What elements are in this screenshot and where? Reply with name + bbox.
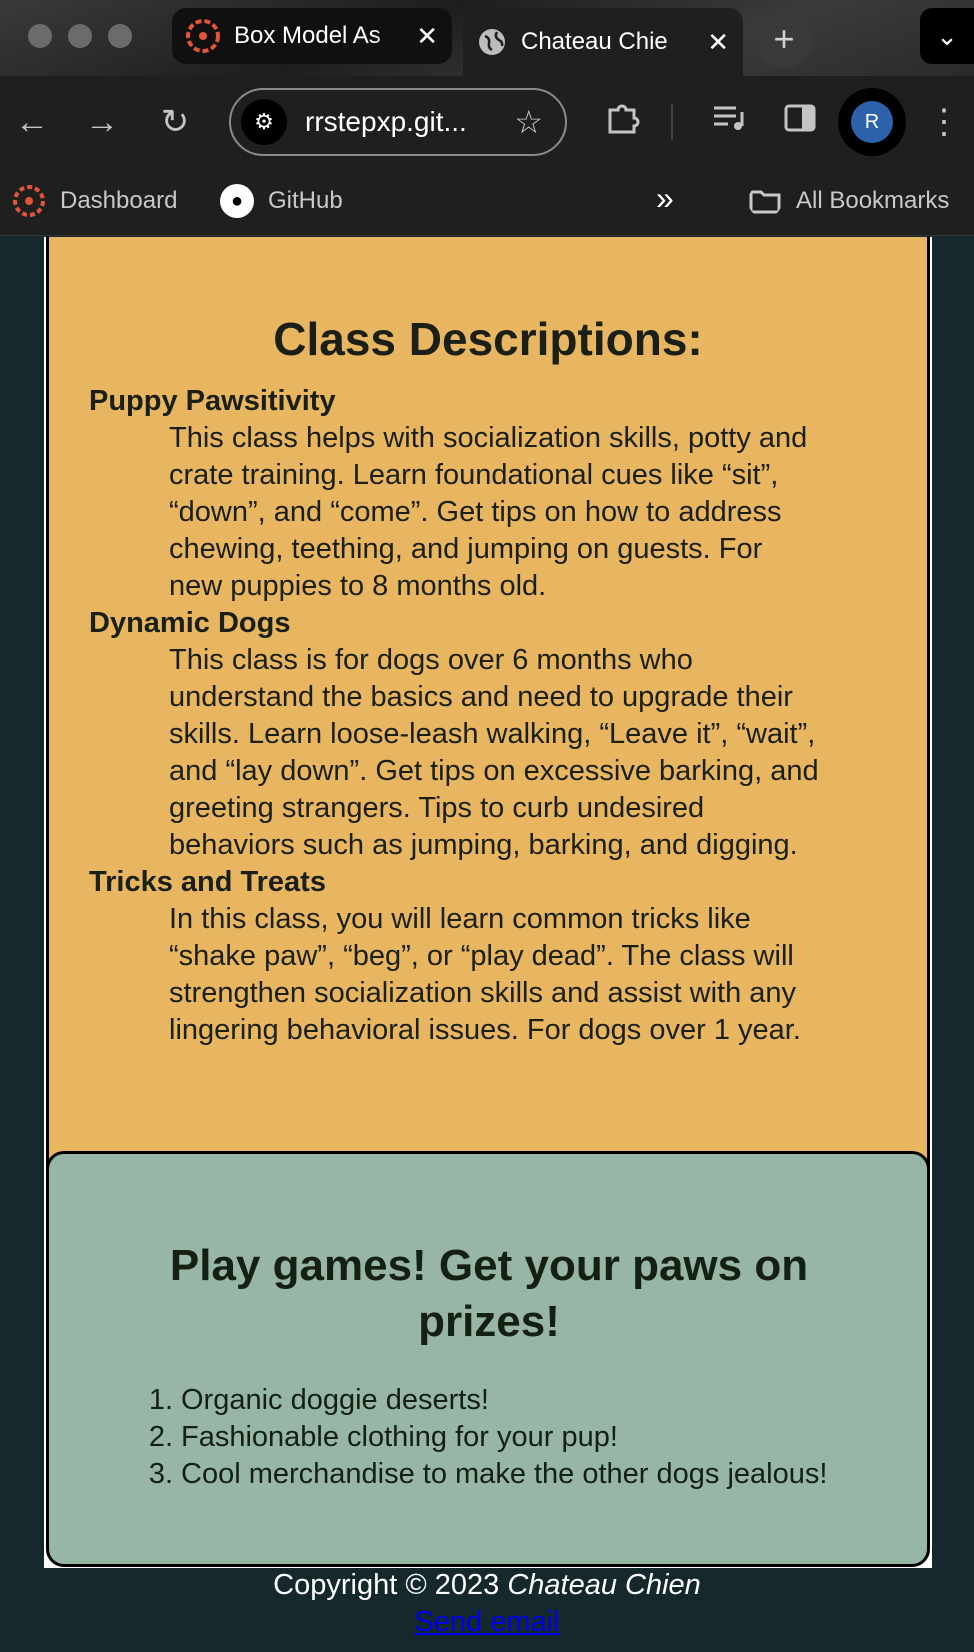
new-tab-button[interactable]: + [756, 12, 812, 68]
games-title-line2: prizes! [418, 1297, 560, 1346]
prize-number: 2. [148, 1421, 173, 1453]
description-line: lingering behavioral issues. For dogs ov… [169, 1014, 801, 1046]
side-panel-icon[interactable] [778, 100, 822, 144]
extensions-icon[interactable] [600, 100, 644, 144]
browser-toolbar: ← → ↻ ⚙ rrstepxp.git... ☆ R ⋮ [0, 76, 974, 168]
tab-chateau-chien[interactable]: Chateau Chie ✕ [463, 8, 743, 76]
window-close-dot[interactable] [28, 24, 52, 48]
class-description: This class is for dogs over 6 months who… [169, 642, 889, 864]
back-icon[interactable]: ← [10, 100, 54, 144]
description-line: This class helps with socialization skil… [169, 422, 808, 454]
tab-box-model[interactable]: Box Model As ✕ [172, 8, 452, 64]
prize-number: 1. [148, 1384, 173, 1416]
bookmark-label: GitHub [268, 187, 343, 214]
class-descriptions-title: Class Descriptions: [273, 313, 703, 365]
tab-strip: Box Model As ✕ Chateau Chie ✕ + ⌄ [0, 0, 974, 76]
description-line: and “lay down”. Get tips on excessive ba… [169, 755, 819, 787]
bookmarks-overflow-icon[interactable]: » [656, 180, 674, 217]
tab-search-icon[interactable]: ⌄ [920, 8, 974, 64]
all-bookmarks-label: All Bookmarks [796, 187, 950, 214]
bookmark-star-icon[interactable]: ☆ [514, 103, 543, 141]
canvas-logo-icon [13, 185, 45, 217]
tab-title: Chateau Chie [521, 28, 668, 55]
page-viewport: Class Descriptions: Puppy Pawsitivity Thi… [0, 237, 974, 1652]
prize-text: Organic doggie deserts! [181, 1384, 489, 1416]
description-line: This class is for dogs over 6 months who [169, 644, 693, 676]
reload-icon[interactable]: ↻ [153, 100, 197, 144]
menu-kebab-icon[interactable]: ⋮ [922, 100, 966, 144]
close-icon[interactable]: ✕ [416, 21, 438, 52]
close-icon[interactable]: ✕ [707, 27, 729, 58]
class-description: In this class, you will learn common tri… [169, 901, 889, 1049]
prize-item: 1. Organic doggie deserts! [133, 1382, 827, 1419]
company-name: Chateau Chien [507, 1569, 701, 1601]
url-text[interactable]: rrstepxp.git... [305, 106, 514, 138]
description-line: skills. Learn loose-leash walking, “Leav… [169, 718, 816, 750]
prize-text: Fashionable clothing for your pup! [181, 1421, 618, 1453]
address-bar[interactable]: ⚙ rrstepxp.git... ☆ [229, 88, 567, 156]
all-bookmarks-button[interactable]: All Bookmarks [748, 184, 949, 218]
games-title: Play games! Get your paws on prizes! [109, 1238, 869, 1350]
class-name: Tricks and Treats [89, 866, 326, 898]
window-minimize-dot[interactable] [68, 24, 92, 48]
games-card: Play games! Get your paws on prizes! 1. O… [46, 1151, 930, 1567]
description-line: “down”, and “come”. Get tips on how to a… [169, 496, 782, 528]
games-title-line1: Play games! Get your paws on [169, 1241, 809, 1290]
prize-list: 1. Organic doggie deserts! 2. Fashionable c… [133, 1382, 828, 1493]
avatar: R [851, 101, 893, 143]
canvas-logo-icon [186, 19, 220, 53]
site-info-icon[interactable]: ⚙ [241, 99, 287, 145]
prize-item: 3. Cool merchandise to make the other dog… [133, 1456, 828, 1493]
description-line: new puppies to 8 months old. [169, 570, 547, 602]
bookmark-label: Dashboard [60, 187, 178, 214]
description-line: greeting strangers. Tips to curb undesir… [169, 792, 705, 824]
send-email-link[interactable]: Send email [414, 1606, 559, 1638]
github-icon: ● [220, 184, 254, 218]
bookmarks-bar: Dashboard ● GitHub » All Bookmarks [0, 168, 974, 236]
page-footer: Copyright © 2023 Chateau Chien Send emai… [0, 1567, 974, 1641]
copyright-line: Copyright © 2023 Chateau Chien [0, 1567, 974, 1604]
description-line: crate training. Learn foundational cues … [169, 459, 779, 491]
copyright-text: Copyright © 2023 [273, 1569, 500, 1601]
class-name: Puppy Pawsitivity [89, 385, 336, 417]
description-line: understand the basics and need to upgrad… [169, 681, 793, 713]
description-line: chewing, teething, and jumping on guests… [169, 533, 763, 565]
media-controls-icon[interactable] [706, 100, 750, 144]
description-line: behaviors such as jumping, barking, and … [169, 829, 798, 861]
tab-title: Box Model As [234, 22, 381, 49]
class-name: Dynamic Dogs [89, 607, 291, 639]
toolbar-divider [671, 104, 673, 140]
class-list: Puppy Pawsitivity This class helps with s… [89, 383, 889, 1049]
prize-number: 3. [148, 1458, 173, 1490]
profile-button[interactable]: R [838, 88, 906, 156]
description-line: In this class, you will learn common tri… [169, 903, 751, 935]
bookmark-dashboard[interactable]: Dashboard [12, 184, 177, 218]
description-line: strengthen socialization skills and assi… [169, 977, 797, 1009]
prize-text: Cool merchandise to make the other dogs … [181, 1458, 828, 1490]
prize-item: 2. Fashionable clothing for your pup! [133, 1419, 827, 1456]
forward-icon[interactable]: → [80, 100, 124, 144]
globe-icon [479, 29, 505, 55]
folder-icon [749, 190, 781, 214]
description-line: “shake paw”, “beg”, or “play dead”. The … [169, 940, 794, 972]
bookmark-github[interactable]: ● GitHub [220, 184, 343, 218]
class-description: This class helps with socialization skil… [169, 420, 889, 605]
window-zoom-dot[interactable] [108, 24, 132, 48]
